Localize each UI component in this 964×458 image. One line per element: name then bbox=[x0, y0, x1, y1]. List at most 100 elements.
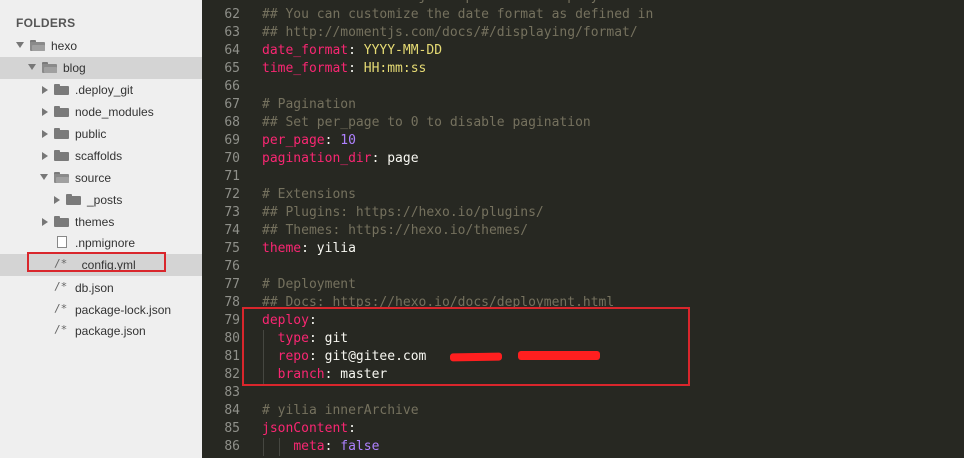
line-number: 64 bbox=[224, 43, 240, 58]
code-line[interactable]: 68 ## Set per_page to 0 to disable pagina… bbox=[202, 114, 964, 132]
chevron-right-icon[interactable] bbox=[42, 86, 48, 94]
chevron-right-icon[interactable] bbox=[54, 196, 60, 204]
chevron-down-icon[interactable] bbox=[40, 174, 48, 180]
code-line[interactable]: 84 # yilia innerArchive bbox=[202, 402, 964, 420]
code-line[interactable]: 77 # Deployment bbox=[202, 276, 964, 294]
sidebar-item-package-json[interactable]: /* package.json bbox=[0, 320, 202, 342]
line-number: 63 bbox=[224, 25, 240, 40]
code-line[interactable]: 67 # Pagination bbox=[202, 96, 964, 114]
code-text: # Pagination bbox=[262, 97, 356, 112]
sidebar-item-db-json[interactable]: /* db.json bbox=[0, 277, 202, 299]
line-number: 82 bbox=[224, 367, 240, 382]
sidebar-item-source[interactable]: source bbox=[0, 167, 202, 189]
line-number: 65 bbox=[224, 61, 240, 76]
folder-icon bbox=[54, 106, 69, 117]
sidebar-item-label: package-lock.json bbox=[75, 303, 172, 317]
sidebar-item-package-lock-json[interactable]: /* package-lock.json bbox=[0, 299, 202, 321]
code-text: per_page: 10 bbox=[262, 133, 356, 148]
folders-title: FOLDERS bbox=[16, 16, 76, 30]
code-line[interactable]: 64 date_format: YYYY-MM-DD bbox=[202, 42, 964, 60]
sidebar-item-scaffolds[interactable]: scaffolds bbox=[0, 145, 202, 167]
code-line[interactable]: 85 jsonContent: bbox=[202, 420, 964, 438]
sidebar-item-deploy-git[interactable]: .deploy_git bbox=[0, 79, 202, 101]
sidebar-item-label: scaffolds bbox=[75, 149, 123, 163]
code-text: pagination_dir: page bbox=[262, 151, 419, 166]
code-text: ## http://momentjs.com/docs/#/displaying… bbox=[262, 25, 638, 40]
sidebar-item-posts[interactable]: _posts bbox=[0, 189, 202, 211]
line-number: 68 bbox=[224, 115, 240, 130]
code-line[interactable]: 86 meta: false bbox=[202, 438, 964, 456]
code-text: time_format: HH:mm:ss bbox=[262, 61, 427, 76]
line-number: 73 bbox=[224, 205, 240, 220]
line-number: 69 bbox=[224, 133, 240, 148]
chevron-right-icon[interactable] bbox=[42, 218, 48, 226]
sidebar-item-blog[interactable]: blog bbox=[0, 57, 202, 79]
code-text: # Deployment bbox=[262, 277, 356, 292]
code-file-icon: /* bbox=[54, 323, 68, 336]
sidebar-item-label: hexo bbox=[51, 39, 78, 53]
code-file-icon: /* bbox=[54, 280, 68, 293]
sidebar-item-label: _posts bbox=[87, 193, 123, 207]
sidebar-item-node-modules[interactable]: node_modules bbox=[0, 101, 202, 123]
code-line[interactable]: 71 bbox=[202, 168, 964, 186]
code-line[interactable]: 62 ## You can customize the date format a… bbox=[202, 6, 964, 24]
annotation-box-deploy bbox=[242, 307, 690, 386]
chevron-down-icon[interactable] bbox=[28, 64, 36, 70]
chevron-down-icon[interactable] bbox=[16, 42, 24, 48]
sidebar-item-hexo[interactable]: hexo bbox=[0, 35, 202, 57]
line-number: 76 bbox=[224, 259, 240, 274]
folder-open-icon bbox=[42, 62, 57, 73]
line-number: 80 bbox=[224, 331, 240, 346]
code-line[interactable]: 75 theme: yilia bbox=[202, 240, 964, 258]
line-number: 77 bbox=[224, 277, 240, 292]
code-line[interactable]: 66 bbox=[202, 78, 964, 96]
line-number: 81 bbox=[224, 349, 240, 364]
code-text: # yilia innerArchive bbox=[262, 403, 419, 418]
sidebar-item-npmignore[interactable]: .npmignore bbox=[0, 232, 202, 254]
code-line[interactable]: 65 time_format: HH:mm:ss bbox=[202, 60, 964, 78]
line-number: 62 bbox=[224, 7, 240, 22]
code-line[interactable]: 76 bbox=[202, 258, 964, 276]
sidebar-item-label: db.json bbox=[75, 281, 114, 295]
line-number: 78 bbox=[224, 295, 240, 310]
chevron-right-icon[interactable] bbox=[42, 130, 48, 138]
sidebar-item-public[interactable]: public bbox=[0, 123, 202, 145]
folder-open-icon bbox=[30, 40, 45, 51]
code-line[interactable]: 70 pagination_dir: page bbox=[202, 150, 964, 168]
code-text: # Extensions bbox=[262, 187, 356, 202]
line-number: 70 bbox=[224, 151, 240, 166]
chevron-right-icon[interactable] bbox=[42, 152, 48, 160]
line-number: 74 bbox=[224, 223, 240, 238]
line-number: 85 bbox=[224, 421, 240, 436]
code-line[interactable]: 69 per_page: 10 bbox=[202, 132, 964, 150]
sidebar-item-label: blog bbox=[63, 61, 86, 75]
code-line[interactable]: 72 # Extensions bbox=[202, 186, 964, 204]
code-line[interactable]: 63 ## http://momentjs.com/docs/#/displayi… bbox=[202, 24, 964, 42]
line-number: 66 bbox=[224, 79, 240, 94]
code-editor[interactable]: 61## Hexo uses Moment.js to parse and di… bbox=[202, 0, 964, 458]
annotation-box-config-file bbox=[27, 252, 166, 272]
sidebar-item-label: package.json bbox=[75, 324, 146, 338]
line-number: 79 bbox=[224, 313, 240, 328]
sidebar-item-label: node_modules bbox=[75, 105, 154, 119]
code-line[interactable]: 73 ## Plugins: https://hexo.io/plugins/ bbox=[202, 204, 964, 222]
code-text: ## Themes: https://hexo.io/themes/ bbox=[262, 223, 529, 238]
line-number: 84 bbox=[224, 403, 240, 418]
sidebar-item-label: .deploy_git bbox=[75, 83, 134, 97]
code-line[interactable]: 83 bbox=[202, 384, 964, 402]
line-number: 67 bbox=[224, 97, 240, 112]
sidebar-item-label: public bbox=[75, 127, 107, 141]
code-text: ## Set per_page to 0 to disable paginati… bbox=[262, 115, 591, 130]
sidebar-item-label: source bbox=[75, 171, 112, 185]
sidebar-item-themes[interactable]: themes bbox=[0, 211, 202, 233]
chevron-right-icon[interactable] bbox=[42, 108, 48, 116]
file-icon bbox=[57, 236, 67, 248]
code-text: theme: yilia bbox=[262, 241, 356, 256]
folder-icon bbox=[66, 194, 81, 205]
line-number: 72 bbox=[224, 187, 240, 202]
line-number: 75 bbox=[224, 241, 240, 256]
code-line[interactable]: 74 ## Themes: https://hexo.io/themes/ bbox=[202, 222, 964, 240]
code-text: meta: false bbox=[293, 439, 380, 454]
folder-icon bbox=[54, 128, 69, 139]
sidebar: FOLDERS hexo blog .deploy_git node_modulesp… bbox=[0, 0, 202, 458]
